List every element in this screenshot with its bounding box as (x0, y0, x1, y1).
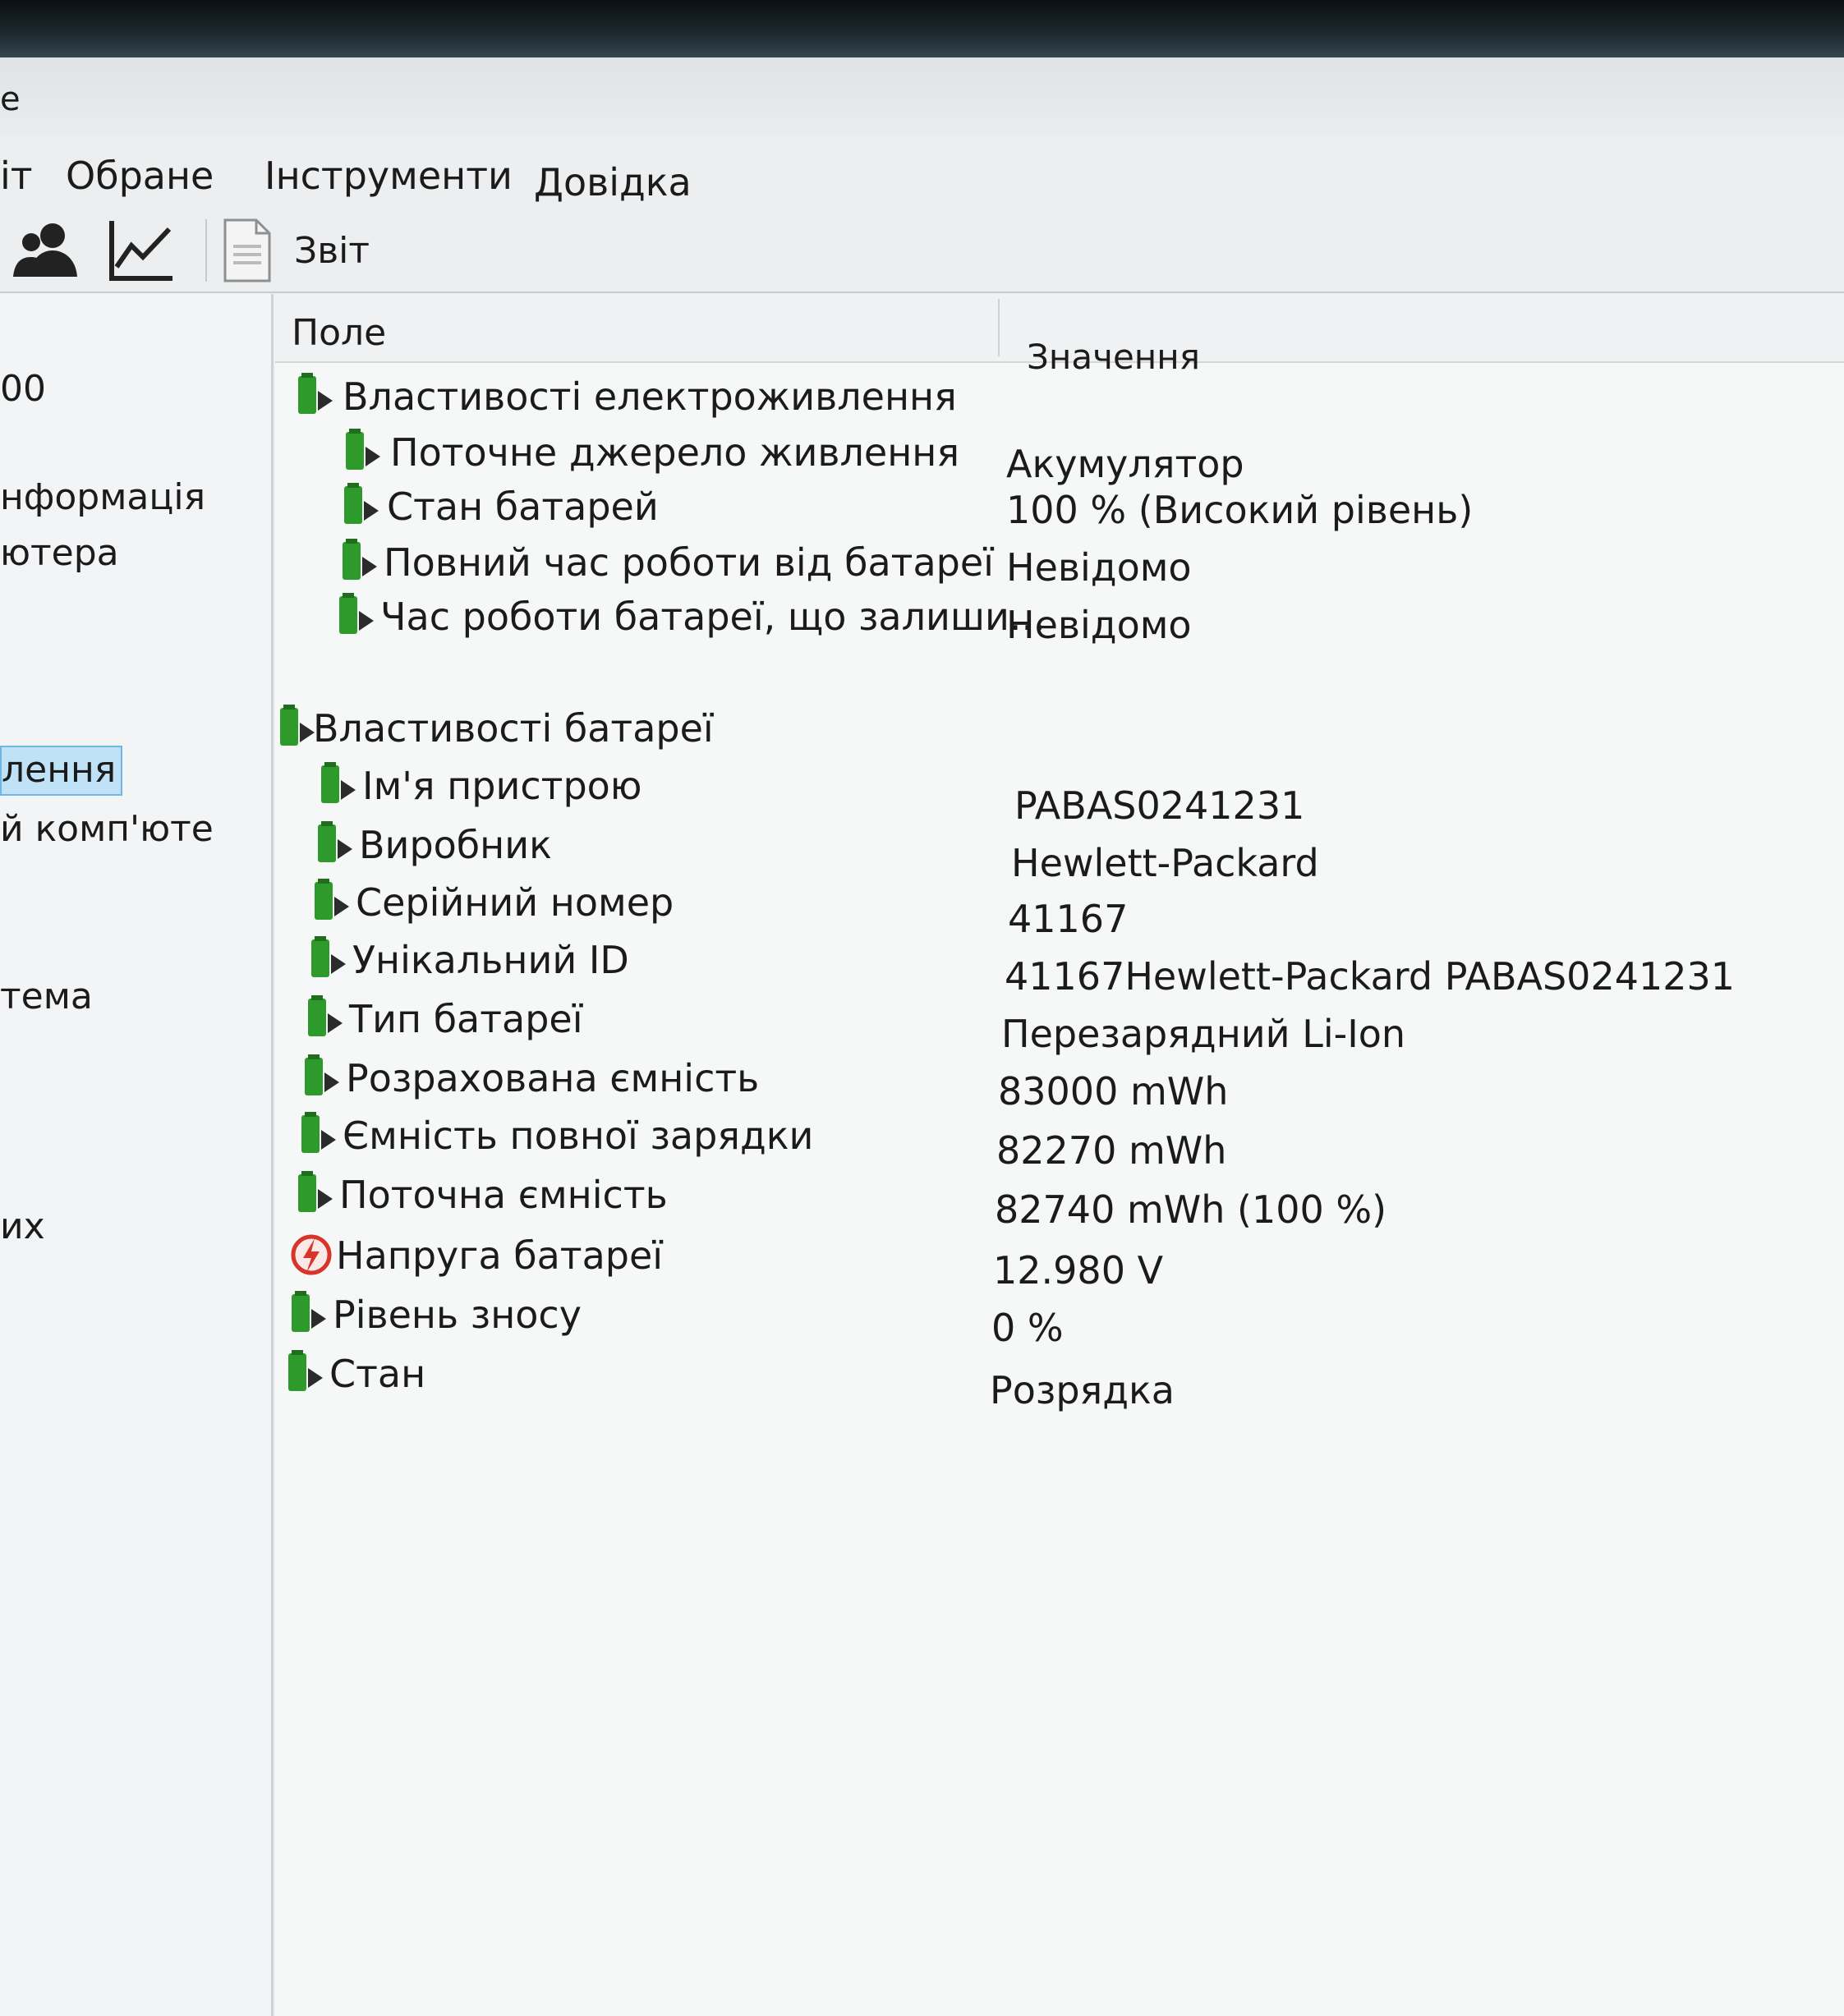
row-value: 12.980 V (993, 1248, 1164, 1293)
table-row[interactable]: Поточне джерело живлення Акумулятор (275, 425, 1844, 486)
menu-item-favorites[interactable]: Обране (66, 154, 214, 198)
battery-icon (280, 705, 315, 746)
row-value: Перезарядний Li-Ion (1001, 1012, 1406, 1056)
battery-icon (318, 821, 352, 862)
row-field: Стан (329, 1352, 426, 1396)
row-field: Розрахована ємність (346, 1056, 760, 1100)
row-field: Серійний номер (356, 880, 674, 925)
row-field: Виробник (359, 823, 552, 867)
report-button-label: Звіт (294, 229, 370, 272)
title-bar: e (0, 57, 1844, 135)
battery-icon (343, 539, 377, 580)
sidebar-item-misc[interactable]: их (0, 1205, 45, 1247)
battery-icon (298, 373, 333, 414)
battery-icon (344, 483, 379, 524)
row-field: Ємність повної зарядки (343, 1114, 814, 1158)
chart-icon[interactable] (105, 214, 176, 285)
battery-icon (301, 1112, 336, 1153)
table-row[interactable]: Серійний номер 41167 (275, 875, 1844, 941)
battery-icon (298, 1171, 333, 1212)
table-row[interactable]: Стан Розрядка (275, 1347, 1844, 1412)
battery-icon (292, 1291, 326, 1332)
row-value: 0 % (991, 1306, 1064, 1350)
screen-bezel (0, 0, 1844, 57)
table-row[interactable]: Виробник Hewlett-Packard (275, 818, 1844, 885)
sidebar-item-computer[interactable]: ютера (0, 532, 119, 574)
column-header: Поле Значення (275, 294, 1844, 377)
sidebar-item-information[interactable]: нформація (0, 476, 205, 518)
row-field: Поточне джерело живлення (390, 430, 960, 475)
table-row[interactable]: Ім'я пристрою PABAS0241231 (275, 759, 1844, 828)
table-row[interactable]: Рівень зносу 0 % (275, 1288, 1844, 1350)
group-header-power[interactable]: Властивості електроживлення (275, 370, 1844, 424)
sidebar-item-power[interactable]: лення (0, 746, 123, 796)
row-field: Тип батареї (349, 997, 583, 1041)
table-row[interactable]: Розрахована ємність 83000 mWh (275, 1051, 1844, 1114)
table-row[interactable]: Поточна ємність 82740 mWh (100 %) (275, 1168, 1844, 1232)
details-panel: Поле Значення Властивості електроживленн… (275, 294, 1844, 2016)
row-field: Напруга батареї (336, 1233, 664, 1278)
table-row[interactable]: Унікальний ID 41167Hewlett-Packard PABAS… (275, 933, 1844, 999)
users-icon[interactable] (10, 214, 80, 285)
table-row[interactable]: Напруга батареї 12.980 V (275, 1228, 1844, 1293)
row-value: 82740 mWh (100 %) (995, 1187, 1387, 1232)
sidebar-item-version[interactable]: 00 (0, 368, 46, 410)
report-button[interactable]: Звіт (222, 218, 370, 283)
menu-item-help[interactable]: Довідка (534, 160, 692, 204)
row-field: Час роботи батареї, що залиши... (380, 595, 1046, 639)
group-header-battery[interactable]: Властивості батареї (275, 701, 1844, 755)
table-row[interactable]: Тип батареї Перезарядний Li-Ion (275, 992, 1844, 1056)
battery-icon (308, 995, 343, 1036)
battery-icon (339, 593, 374, 634)
sidebar-item-system[interactable]: тема (0, 976, 93, 1017)
menu-item-report[interactable]: іт (0, 154, 33, 198)
toolbar-separator (205, 219, 207, 282)
menu-bar: іт Обране Інструменти Довідка (0, 135, 1844, 214)
row-value: Невідомо (1006, 603, 1192, 647)
window-title: e (0, 80, 21, 118)
row-value: 82270 mWh (996, 1128, 1227, 1173)
column-divider[interactable] (998, 299, 1000, 356)
table-row[interactable]: Стан батарей 100 % (Високий рівень) (275, 480, 1844, 534)
row-field: Ім'я пристрою (362, 764, 642, 808)
group-title: Властивості батареї (313, 706, 714, 751)
menu-item-tools[interactable]: Інструменти (264, 154, 513, 198)
battery-icon (321, 762, 356, 803)
battery-icon (288, 1350, 323, 1391)
row-value: Розрядка (990, 1368, 1175, 1412)
column-header-field[interactable]: Поле (292, 312, 386, 354)
table-row[interactable]: Ємність повної зарядки 82270 mWh (275, 1109, 1844, 1173)
battery-icon (315, 879, 349, 920)
battery-icon (311, 936, 346, 977)
sidebar-item-portable-computer[interactable]: й комп'юте (0, 808, 214, 850)
sidebar: 00 нформація ютера лення й комп'юте тема… (0, 294, 274, 2016)
row-field: Стан батарей (387, 484, 659, 529)
battery-icon (346, 429, 380, 470)
row-value: 83000 mWh (998, 1069, 1229, 1114)
group-title: Властивості електроживлення (343, 374, 957, 419)
toolbar: Звіт (0, 209, 1844, 293)
table-row[interactable]: Час роботи батареї, що залиши... Невідом… (275, 590, 1844, 647)
voltage-icon (291, 1234, 332, 1275)
row-field: Повний час роботи від батареї (384, 540, 994, 585)
row-value: 100 % (Високий рівень) (1006, 488, 1474, 532)
row-field: Рівень зносу (333, 1293, 582, 1337)
row-field: Унікальний ID (352, 938, 629, 982)
row-value: Невідомо (1006, 545, 1192, 590)
document-icon (223, 218, 271, 282)
table-row[interactable]: Повний час роботи від батареї Невідомо (275, 535, 1844, 590)
battery-icon (305, 1054, 339, 1095)
row-field: Поточна ємність (339, 1173, 668, 1217)
